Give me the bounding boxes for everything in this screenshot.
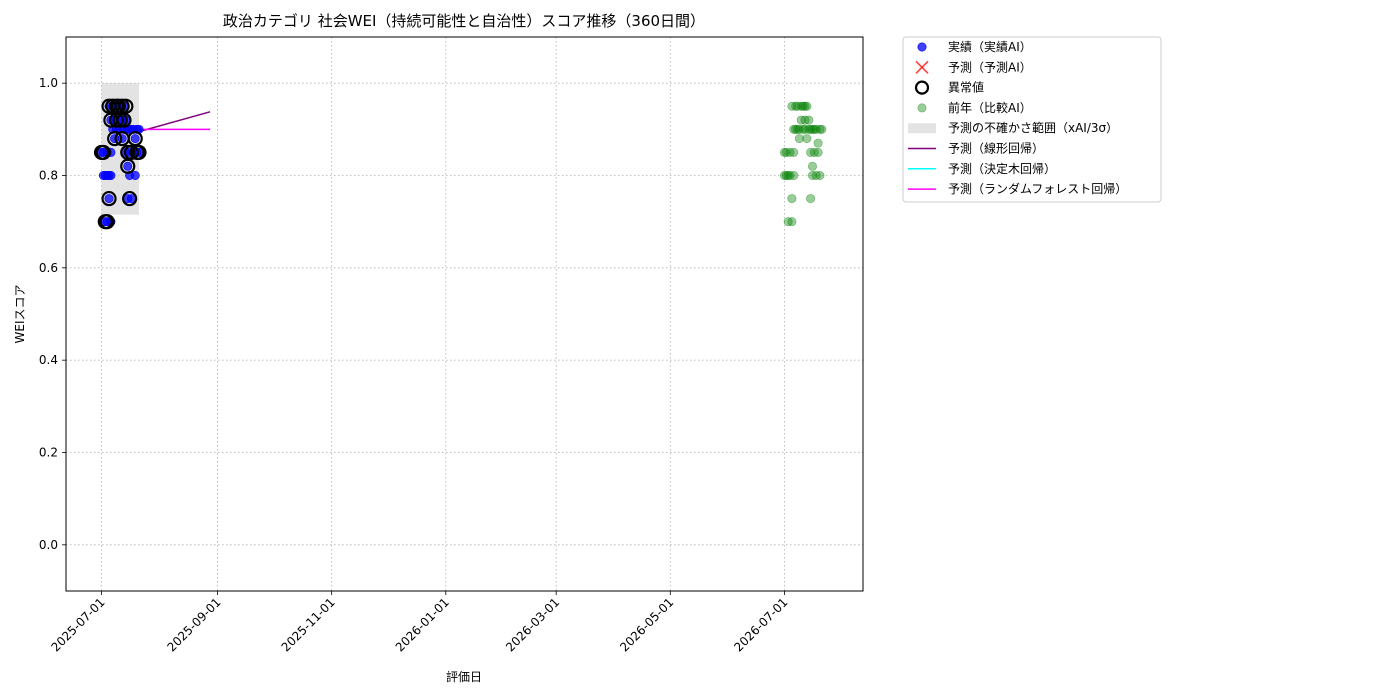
previous-year-point: [806, 194, 816, 204]
forecast-lines-layer: [138, 111, 211, 133]
previous-year-point: [813, 147, 823, 157]
y-tick-label: 0.4: [39, 353, 58, 367]
y-tick-label: 1.0: [39, 76, 58, 90]
x-axis-ticks: 2025-07-01 2025-09-01 2025-11-01 2026-01-01…: [48, 591, 791, 654]
legend-label: 異常値: [948, 80, 984, 95]
x-tick-label: 2026-05-01: [617, 595, 676, 654]
x-axis-label: 評価日: [446, 669, 482, 684]
grid: [66, 37, 863, 591]
chart-title: 政治カテゴリ 社会WEI（持続可能性と自治性）スコア推移（360日間）: [223, 12, 705, 30]
y-axis-ticks: 0.0 0.2 0.4 0.6 0.8 1.0: [39, 76, 66, 552]
y-tick-label: 0.8: [39, 169, 58, 183]
actual-point: [106, 171, 116, 181]
previous-year-point: [794, 134, 804, 144]
legend: 実績（実績AI） 予測（予測AI） 異常値前年（比較AI） 予測の不確かさ範囲（xAI…: [902, 36, 1162, 203]
y-tick-label: 0.0: [39, 538, 58, 552]
x-tick-label: 2026-01-01: [393, 595, 452, 654]
legend-swatch-actual: [917, 42, 927, 52]
previous-year-point: [817, 124, 827, 134]
legend-label: 予測（ランダムフォレスト回帰）: [948, 181, 1127, 196]
wei-score-chart: 政治カテゴリ 社会WEI（持続可能性と自治性）スコア推移（360日間） 2025…: [13, 12, 1162, 684]
previous-year-point: [787, 217, 797, 227]
x-tick-label: 2026-03-01: [503, 595, 562, 654]
legend-swatch-uncertainty: [908, 123, 936, 134]
y-tick-label: 0.6: [39, 261, 58, 275]
legend-label: 予測の不確かさ範囲（xAI/3σ）: [948, 120, 1118, 135]
actual-point: [104, 194, 114, 204]
previous-year-point: [787, 194, 797, 204]
legend-frame: [902, 36, 1162, 203]
legend-label: 予測（決定木回帰）: [948, 161, 1056, 176]
x-tick-label: 2026-07-01: [731, 595, 790, 654]
actual-point: [123, 161, 133, 171]
legend-swatch-previous: [917, 103, 927, 113]
previous-year-point: [813, 138, 823, 148]
previous-year-point: [802, 134, 812, 144]
previous-year-point: [789, 147, 799, 157]
x-tick-label: 2025-11-01: [279, 595, 338, 654]
previous-year-point: [815, 171, 825, 181]
actual-point: [130, 171, 140, 181]
points-layer: [93, 98, 827, 230]
actual-point: [130, 134, 140, 144]
legend-label: 前年（比較AI）: [948, 100, 1032, 115]
plot-frame: [65, 36, 864, 592]
x-tick-label: 2025-07-01: [48, 595, 107, 654]
previous-year-point: [804, 115, 814, 125]
x-tick-label: 2025-09-01: [164, 595, 223, 654]
legend-label: 予測（線形回帰）: [948, 141, 1044, 156]
previous-year-point: [807, 161, 817, 171]
previous-year-point: [789, 171, 799, 181]
previous-year-point: [802, 101, 812, 111]
y-axis-label: WEIスコア: [13, 285, 27, 344]
legend-label: 実績（実績AI）: [948, 39, 1032, 54]
legend-label: 予測（予測AI）: [948, 60, 1032, 74]
y-tick-label: 0.2: [39, 446, 58, 460]
